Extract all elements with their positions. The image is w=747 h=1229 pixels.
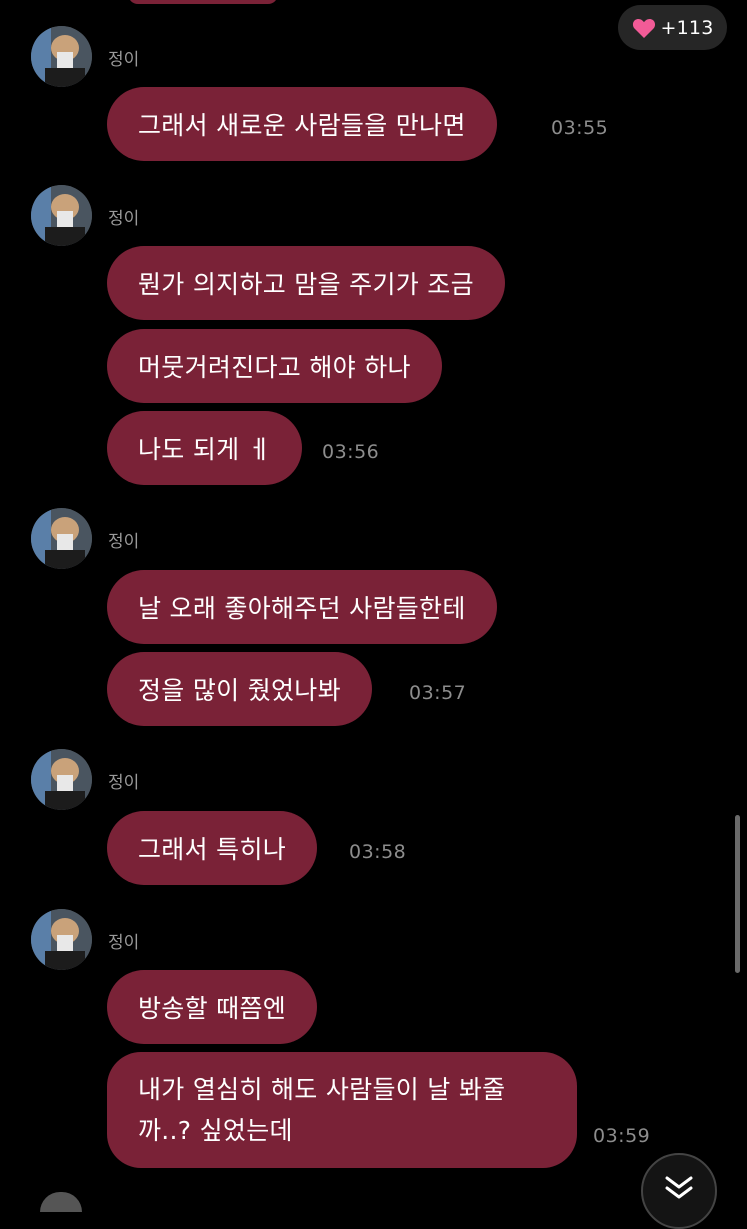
heart-icon [632,18,655,38]
message-timestamp: 03:55 [551,117,609,139]
avatar[interactable] [31,749,92,810]
sender-name: 정이 [108,933,140,953]
message-bubble[interactable]: 그래서 새로운 사람들을 만나면 [107,87,497,161]
message-bubble[interactable]: 정을 많이 줬었나봐 [107,652,372,726]
avatar [40,1192,82,1212]
scrollbar[interactable] [735,815,740,973]
sender-name: 정이 [108,532,140,552]
avatar[interactable] [31,909,92,970]
message-bubble[interactable]: 나도 되게 ㅔ [107,411,302,485]
message-bubble[interactable]: 날 오래 좋아해주던 사람들한테 [107,570,497,644]
message-bubble[interactable]: 그래서 특히나 [107,811,318,885]
sender-name: 정이 [108,773,140,793]
avatar[interactable] [31,26,92,87]
scroll-to-bottom-button[interactable] [641,1153,717,1229]
message-bubble[interactable]: 머뭇거려진다고 해야 하나 [107,329,442,403]
previous-message-bubble [128,0,278,4]
sender-name: 정이 [108,209,140,229]
like-counter-button[interactable]: +113 [618,5,727,50]
message-bubble[interactable]: 내가 열심히 해도 사람들이 날 봐줄까..? 싶었는데 [107,1052,577,1168]
like-count: +113 [660,16,714,39]
message-bubble[interactable]: 방송할 때쯤엔 [107,970,318,1044]
message-timestamp: 03:56 [322,441,380,463]
avatar[interactable] [31,508,92,569]
double-chevron-down-icon [665,1176,693,1199]
message-bubble[interactable]: 뭔가 의지하고 맘을 주기가 조금 [107,246,505,320]
message-timestamp: 03:59 [593,1125,651,1147]
message-timestamp: 03:58 [349,841,407,863]
message-timestamp: 03:57 [409,682,467,704]
avatar[interactable] [31,185,92,246]
sender-name: 정이 [108,50,140,70]
